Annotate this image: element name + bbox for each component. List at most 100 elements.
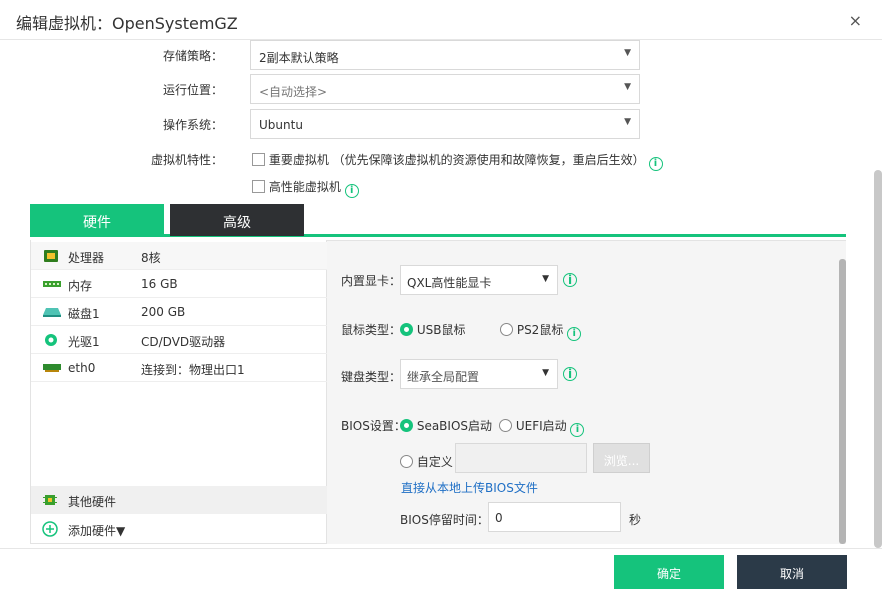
add-hardware-label: 添加硬件▼ [68,524,126,538]
info-icon[interactable]: i [344,184,359,198]
info-icon[interactable]: i [570,423,585,437]
hardware-value: CD/DVD驱动器 [141,335,226,349]
bios-seabios-radio[interactable] [400,419,413,432]
hardware-value: 8核 [141,251,161,265]
chevron-down-icon: ▼ [624,82,631,92]
browse-button[interactable]: 浏览... [593,443,650,473]
tab-advanced[interactable]: 高级 [170,204,304,236]
bios-uefi-option[interactable]: UEFI启动 i [499,417,585,437]
os-row: 操作系统： Ubuntu ▼ [0,109,882,139]
info-icon[interactable]: i [563,273,577,287]
bios-delay-input[interactable]: 0 [488,502,621,532]
storage-policy-label: 存储策略： [162,49,223,63]
run-location-row: 运行位置： <自动选择> ▼ [0,74,882,104]
dialog-footer: 确定 取消 [0,548,882,594]
info-icon[interactable]: i [648,157,663,171]
ok-button[interactable]: 确定 [614,555,724,589]
hardware-value: 连接到：物理出口1 [141,363,245,377]
high-perf-vm-checkbox[interactable] [252,180,265,193]
bios-custom-option[interactable]: 自定义 [400,453,453,470]
features-label: 虚拟机特性： [150,153,223,167]
keyboard-label: 键盘类型： [341,370,402,384]
hardware-item-disk[interactable]: 磁盘1 200 GB [31,298,327,326]
dialog-title: 编辑虚拟机：OpenSystemGZ [16,14,238,33]
chip-icon [43,495,57,505]
gpu-value: QXL高性能显卡 [407,276,492,290]
important-vm-label: 重要虚拟机 [268,153,329,167]
bios-label: BIOS设置： [341,419,406,433]
os-select[interactable]: Ubuntu ▼ [250,109,640,139]
bios-delay-label: BIOS停留时间： [400,513,489,527]
run-location-select[interactable]: <自动选择> ▼ [250,74,640,104]
other-hardware[interactable]: 其他硬件 [31,486,327,514]
storage-policy-select[interactable]: 2副本默认策略 ▼ [250,40,640,70]
disk-icon [43,308,61,317]
storage-policy-value: 2副本默认策略 [259,51,339,65]
chevron-down-icon: ▼ [624,48,631,58]
keyboard-select[interactable]: 继承全局配置 ▼ [400,359,558,389]
keyboard-value: 继承全局配置 [407,370,480,384]
close-icon[interactable]: × [849,11,862,30]
cpu-icon [44,250,58,262]
hardware-item-nic[interactable]: eth0 连接到：物理出口1 [31,354,327,382]
features-row: 虚拟机特性： 重要虚拟机 （优先保障该虚拟机的资源使用和故障恢复，重启后生效） … [0,145,882,198]
run-location-label: 运行位置： [162,83,223,97]
detail-scrollbar[interactable] [839,259,846,544]
bios-uefi-label: UEFI启动 [515,419,567,433]
upload-bios-link[interactable]: 直接从本地上传BIOS文件 [401,479,538,496]
cancel-button[interactable]: 取消 [737,555,847,589]
hardware-item-memory[interactable]: 内存 16 GB [31,270,327,298]
hardware-item-cpu[interactable]: 处理器 8核 [31,242,327,270]
bios-custom-label: 自定义 [416,455,453,469]
bios-delay-unit: 秒 [629,513,642,527]
gpu-select[interactable]: QXL高性能显卡 ▼ [400,265,558,295]
gpu-label: 内置显卡： [341,274,402,288]
hardware-name: eth0 [68,361,96,375]
bios-seabios-label: SeaBIOS启动 [416,419,493,433]
dialog-titlebar: 编辑虚拟机：OpenSystemGZ × [0,0,882,40]
hardware-detail-panel: 内置显卡： QXL高性能显卡 ▼ i 鼠标类型： USB鼠标 PS2鼠标 i 键… [327,240,846,544]
important-vm-option[interactable]: 重要虚拟机 （优先保障该虚拟机的资源使用和故障恢复，重启后生效） i [252,151,663,171]
storage-policy-row: 存储策略： 2副本默认策略 ▼ [0,40,882,70]
hardware-name: 光驱1 [68,335,100,349]
bios-seabios-option[interactable]: SeaBIOS启动 [400,417,492,434]
mouse-usb-label: USB鼠标 [416,323,466,337]
config-tabs: 硬件 高级 [30,204,846,237]
hardware-name: 内存 [68,279,93,293]
dialog-scrollbar[interactable] [874,170,882,548]
high-perf-vm-label: 高性能虚拟机 [268,180,341,194]
important-vm-note: （优先保障该虚拟机的资源使用和故障恢复，重启后生效） [332,153,645,167]
important-vm-checkbox[interactable] [252,153,265,166]
hardware-name: 处理器 [68,251,105,265]
chevron-down-icon: ▼ [542,368,549,378]
hardware-list: 处理器 8核 内存 16 GB 磁盘1 200 GB 光驱1 CD/DVD驱动器 [30,240,327,544]
info-icon[interactable]: i [563,367,577,381]
hardware-value: 200 GB [141,305,186,319]
mouse-ps2-option[interactable]: PS2鼠标 i [500,321,582,341]
tab-hardware[interactable]: 硬件 [30,204,164,236]
bios-custom-radio[interactable] [400,455,413,468]
chevron-down-icon: ▼ [542,274,549,284]
run-location-value: <自动选择> [259,85,328,99]
add-hardware-button[interactable]: 添加硬件▼ [31,515,327,543]
bios-uefi-radio[interactable] [499,419,512,432]
cdrom-icon [45,334,57,346]
mouse-usb-option[interactable]: USB鼠标 [400,321,465,338]
bios-custom-path-input[interactable] [455,443,587,473]
info-icon[interactable]: i [567,327,582,341]
add-circle-icon [42,521,58,537]
hardware-item-cdrom[interactable]: 光驱1 CD/DVD驱动器 [31,326,327,354]
memory-icon [43,281,61,287]
bios-delay-value: 0 [495,511,503,525]
mouse-label: 鼠标类型： [341,323,402,337]
chevron-down-icon: ▼ [624,117,631,127]
os-value: Ubuntu [259,118,303,132]
os-label: 操作系统： [162,118,223,132]
hardware-name: 磁盘1 [68,307,100,321]
mouse-usb-radio[interactable] [400,323,413,336]
mouse-ps2-label: PS2鼠标 [516,323,564,337]
high-perf-vm-option[interactable]: 高性能虚拟机 i [252,178,359,198]
nic-icon [43,364,61,372]
other-hardware-label: 其他硬件 [68,495,117,509]
mouse-ps2-radio[interactable] [500,323,513,336]
